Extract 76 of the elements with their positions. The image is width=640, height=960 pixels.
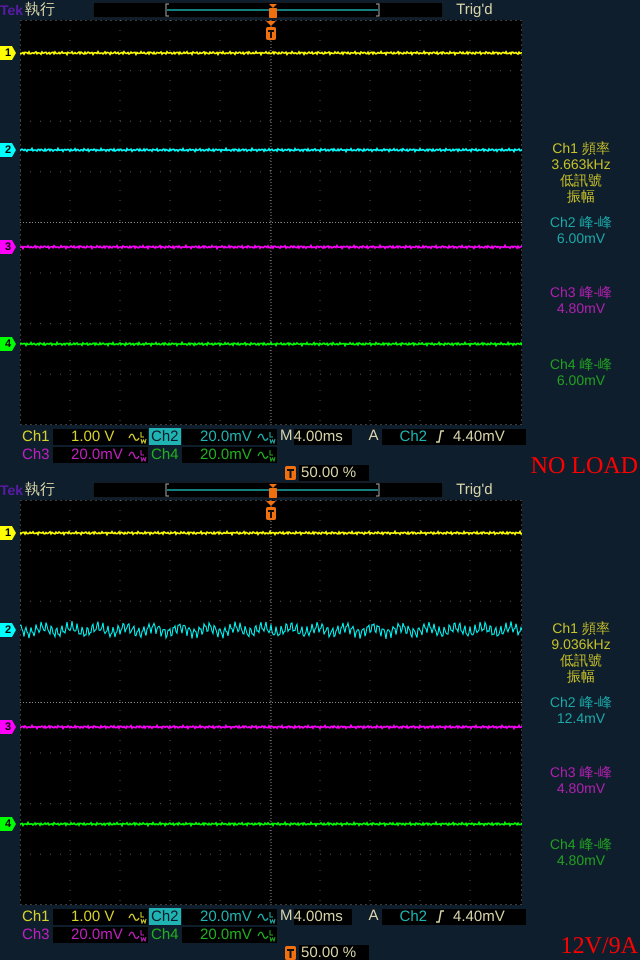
brand-logo: Tek — [0, 481, 24, 500]
measurement-readout: 4.80mV — [556, 780, 606, 796]
measurement-readout: Ch1 頻率 — [552, 620, 610, 636]
channel-marker[interactable]: 2 — [0, 623, 16, 637]
timebase-readout: 4.00ms — [294, 428, 352, 444]
channel-scale-readout: 20.0mV — [53, 446, 148, 462]
acquisition-state: 執行 — [25, 480, 56, 500]
channel-label: Ch3 — [21, 926, 51, 943]
measurement-readout: 9.036kHz — [551, 636, 611, 652]
brand-logo: Tek — [0, 1, 24, 20]
channel-marker[interactable]: 1 — [0, 526, 16, 540]
bandwidth-limit-icon — [257, 928, 277, 942]
handwritten-annotation: 12V/9A — [560, 932, 638, 960]
trigger-position-icon — [266, 21, 276, 40]
trigger-status: Trig'd — [456, 480, 493, 500]
measurement-readout: 6.00mV — [556, 372, 606, 388]
channel-marker[interactable]: 3 — [0, 240, 16, 254]
channel-marker[interactable]: 1 — [0, 46, 16, 60]
channel-label: Ch2 — [149, 908, 181, 925]
measurement-readout: 4.80mV — [556, 300, 606, 316]
trigger-readout: Ch2 4.40mV — [382, 428, 526, 444]
channel-label: Ch2 — [149, 428, 181, 445]
acquisition-state: 執行 — [25, 0, 56, 20]
bandwidth-limit-icon — [128, 928, 148, 942]
measurement-readout: 4.80mV — [556, 852, 606, 868]
measurement-readout: Ch3 峰-峰 — [550, 764, 612, 780]
measurement-readout: 12.4mV — [556, 710, 606, 726]
channel-scale-readout: 20.0mV — [182, 926, 277, 942]
channel-label: Ch4 — [150, 926, 180, 943]
channel-label: Ch1 — [21, 428, 51, 445]
trigger-mode-label: A — [368, 906, 380, 926]
measurement-readout: 低訊號 — [560, 652, 602, 668]
timebase-label: M — [280, 906, 292, 926]
trigger-mode-label: A — [368, 426, 380, 446]
rising-edge-icon — [435, 910, 446, 923]
measurement-readout: 振幅 — [567, 188, 595, 204]
measurement-readout: 6.00mV — [556, 230, 606, 246]
bandwidth-limit-icon — [257, 448, 277, 462]
channel-scale-readout: 20.0mV — [182, 428, 277, 444]
trigger-position-readout: 50.00 % — [299, 465, 369, 481]
channel-marker[interactable]: 2 — [0, 143, 16, 157]
trigger-readout: Ch2 4.40mV — [382, 908, 526, 924]
measurement-readout: Ch1 頻率 — [552, 140, 610, 156]
measurement-readout: Ch2 峰-峰 — [550, 214, 612, 230]
channel-scale-readout: 20.0mV — [182, 908, 277, 924]
trigger-point-icon — [285, 946, 296, 960]
rising-edge-icon — [435, 430, 446, 443]
channel-scale-readout: 1.00 V — [53, 908, 148, 924]
channel-marker[interactable]: 4 — [0, 337, 16, 351]
measurement-readout: 低訊號 — [560, 172, 602, 188]
bandwidth-limit-icon — [128, 448, 148, 462]
channel-marker[interactable]: 3 — [0, 720, 16, 734]
measurement-readout: 3.663kHz — [551, 156, 611, 172]
bandwidth-limit-icon — [128, 430, 148, 444]
channel-scale-readout: 20.0mV — [182, 446, 277, 462]
channel-scale-readout: 20.0mV — [53, 926, 148, 942]
timebase-label: M — [280, 426, 292, 446]
channel-label: Ch4 — [150, 446, 180, 463]
channel-label: Ch1 — [21, 908, 51, 925]
measurement-readout: Ch4 峰-峰 — [550, 356, 612, 372]
trigger-status: Trig'd — [456, 0, 493, 20]
bandwidth-limit-icon — [128, 910, 148, 924]
channel-label: Ch3 — [21, 446, 51, 463]
trigger-position-icon — [266, 501, 276, 520]
bandwidth-limit-icon — [257, 910, 277, 924]
measurement-readout: Ch2 峰-峰 — [550, 694, 612, 710]
channel-marker[interactable]: 4 — [0, 817, 16, 831]
trigger-position-readout: 50.00 % — [299, 945, 369, 960]
measurement-readout: Ch4 峰-峰 — [550, 836, 612, 852]
measurement-readout: Ch3 峰-峰 — [550, 284, 612, 300]
handwritten-annotation: NO LOAD — [530, 452, 638, 480]
timebase-readout: 4.00ms — [294, 908, 352, 924]
channel-scale-readout: 1.00 V — [53, 428, 148, 444]
measurement-readout: 振幅 — [567, 668, 595, 684]
bandwidth-limit-icon — [257, 430, 277, 444]
trigger-point-icon — [285, 466, 296, 480]
